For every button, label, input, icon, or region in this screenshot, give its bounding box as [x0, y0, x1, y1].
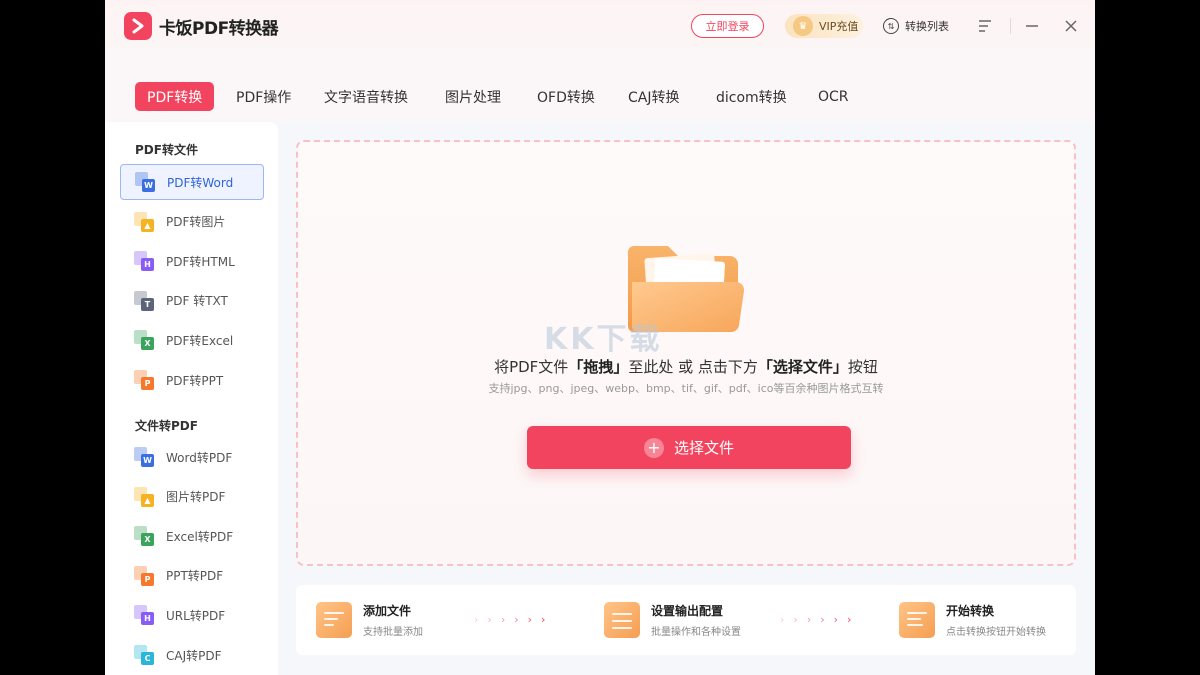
sidebar-item[interactable]: X PDF转Excel	[120, 322, 264, 358]
sidebar-item-label: 图片转PDF	[166, 490, 226, 505]
arrows-icon: › › › › › ›	[474, 613, 546, 626]
step-add-files: 添加文件 支持批量添加	[316, 602, 423, 638]
sidebar-item-label: PDF转Excel	[166, 333, 234, 348]
ppt-file-icon: P	[134, 565, 154, 586]
sidebar: PDF转文件 W PDF转Word ▲ PDF转图片 H PDF转HTML T PDF 转TX…	[105, 122, 278, 675]
sidebar-item-label: PDF转Word	[167, 175, 234, 190]
tab-dicom-convert[interactable]: dicom转换	[704, 82, 799, 111]
sidebar-item[interactable]: ▲ 图片转PDF	[120, 479, 264, 515]
sidebar-item[interactable]: ▲ PDF转图片	[120, 204, 264, 240]
sidebar-item-label: Excel转PDF	[166, 529, 234, 544]
caj-file-icon: C	[134, 645, 154, 665]
tab-pdf-operation[interactable]: PDF操作	[224, 82, 303, 111]
image-file-icon: ▲	[134, 211, 154, 232]
app-logo-icon	[124, 12, 152, 40]
main-tabs: PDF转换 PDF操作 文字语音转换 图片处理 OFD转换 CAJ转换 dico…	[105, 56, 1095, 122]
sidebar-item[interactable]: W Word转PDF	[120, 439, 264, 475]
minimize-icon[interactable]	[1020, 14, 1044, 38]
sidebar-item-label: URL转PDF	[166, 608, 226, 623]
sidebar-item-label: PDF转HTML	[166, 254, 235, 269]
tab-ocr[interactable]: OCR	[806, 82, 861, 111]
html-file-icon: H	[134, 251, 154, 272]
convert-list-button[interactable]: ⇅ 转换列表	[883, 16, 949, 36]
word-file-icon: W	[135, 172, 155, 192]
divider	[1010, 18, 1011, 34]
sidebar-item-label: PDF转PPT	[166, 373, 224, 388]
plus-icon: +	[643, 437, 664, 458]
select-file-label: 选择文件	[673, 439, 734, 457]
tab-image-process[interactable]: 图片处理	[433, 82, 513, 111]
title-bar: 卡饭PDF转换器 立即登录 ♛ VIP充值 ⇅ 转换列表	[105, 0, 1095, 56]
excel-file-icon: X	[134, 330, 154, 351]
supported-formats-text: 支持jpg、png、jpeg、webp、bmp、tif、gif、pdf、ico等…	[488, 382, 884, 395]
step-desc: 支持批量添加	[363, 627, 423, 638]
file-drop-zone[interactable]: KK下载 将PDF文件「拖拽」至此处 或 点击下方「选择文件」按钮 支持jpg、…	[296, 140, 1076, 566]
step-output-settings: 设置输出配置 批量操作和各种设置	[604, 602, 741, 638]
tab-caj-convert[interactable]: CAJ转换	[616, 82, 691, 111]
arrows-icon: › › › › › ›	[780, 613, 852, 626]
tab-text-speech[interactable]: 文字语音转换	[312, 82, 420, 111]
ppt-file-icon: P	[134, 370, 154, 390]
convert-list-label: 转换列表	[905, 20, 949, 33]
section-title-pdf-to-file: PDF转文件	[135, 143, 198, 157]
sidebar-item-label: PDF转图片	[166, 215, 226, 230]
select-file-button[interactable]: + 选择文件	[527, 426, 851, 469]
word-file-icon: W	[134, 447, 154, 467]
app-window: 卡饭PDF转换器 立即登录 ♛ VIP充值 ⇅ 转换列表 PDF转换 PDF操作…	[105, 0, 1095, 675]
sidebar-item[interactable]: X Excel转PDF	[120, 518, 264, 554]
sidebar-item[interactable]: H URL转PDF	[120, 597, 264, 633]
sidebar-item-label: Word转PDF	[166, 450, 233, 465]
crown-icon: ♛	[793, 16, 813, 36]
sidebar-item-label: PPT转PDF	[166, 569, 224, 584]
app-title: 卡饭PDF转换器	[159, 19, 279, 39]
step-title: 设置输出配置	[651, 604, 724, 618]
txt-file-icon: T	[134, 290, 154, 311]
vip-recharge-button[interactable]: ♛ VIP充值	[785, 14, 863, 38]
sidebar-item[interactable]: P PPT转PDF	[120, 558, 264, 594]
menu-icon[interactable]	[973, 14, 997, 38]
convert-icon	[899, 602, 935, 638]
sidebar-item[interactable]: W PDF转Word	[120, 164, 264, 200]
add-file-icon	[316, 602, 352, 638]
sidebar-item-label: CAJ转PDF	[166, 648, 222, 663]
step-title: 添加文件	[363, 604, 412, 618]
steps-bar: 添加文件 支持批量添加 › › › › › › 设置输出配置 批量操作和各种设置 › › › ›…	[296, 585, 1076, 655]
vip-label: VIP充值	[819, 20, 859, 33]
sidebar-item[interactable]: C CAJ转PDF	[120, 637, 264, 673]
section-title-file-to-pdf: 文件转PDF	[135, 419, 198, 433]
step-desc: 点击转换按钮开始转换	[946, 627, 1046, 638]
settings-sliders-icon	[604, 602, 640, 638]
close-icon[interactable]	[1059, 14, 1083, 38]
watermark: KK下载	[544, 322, 663, 357]
sidebar-item[interactable]: P PDF转PPT	[120, 362, 264, 398]
excel-file-icon: X	[134, 526, 154, 547]
step-title: 开始转换	[946, 604, 995, 618]
image-file-icon: ▲	[134, 486, 154, 507]
tab-ofd-convert[interactable]: OFD转换	[525, 82, 607, 111]
convert-list-icon: ⇅	[883, 18, 899, 34]
login-button[interactable]: 立即登录	[691, 14, 764, 38]
url-file-icon: H	[134, 605, 154, 626]
step-start-convert: 开始转换 点击转换按钮开始转换	[899, 602, 1046, 638]
sidebar-item-label: PDF 转TXT	[166, 294, 228, 309]
drop-instruction: 将PDF文件「拖拽」至此处 或 点击下方「选择文件」按钮	[494, 358, 878, 376]
tab-pdf-convert[interactable]: PDF转换	[135, 82, 215, 111]
step-desc: 批量操作和各种设置	[651, 627, 741, 638]
sidebar-item[interactable]: H PDF转HTML	[120, 243, 264, 279]
sidebar-item[interactable]: T PDF 转TXT	[120, 283, 264, 319]
